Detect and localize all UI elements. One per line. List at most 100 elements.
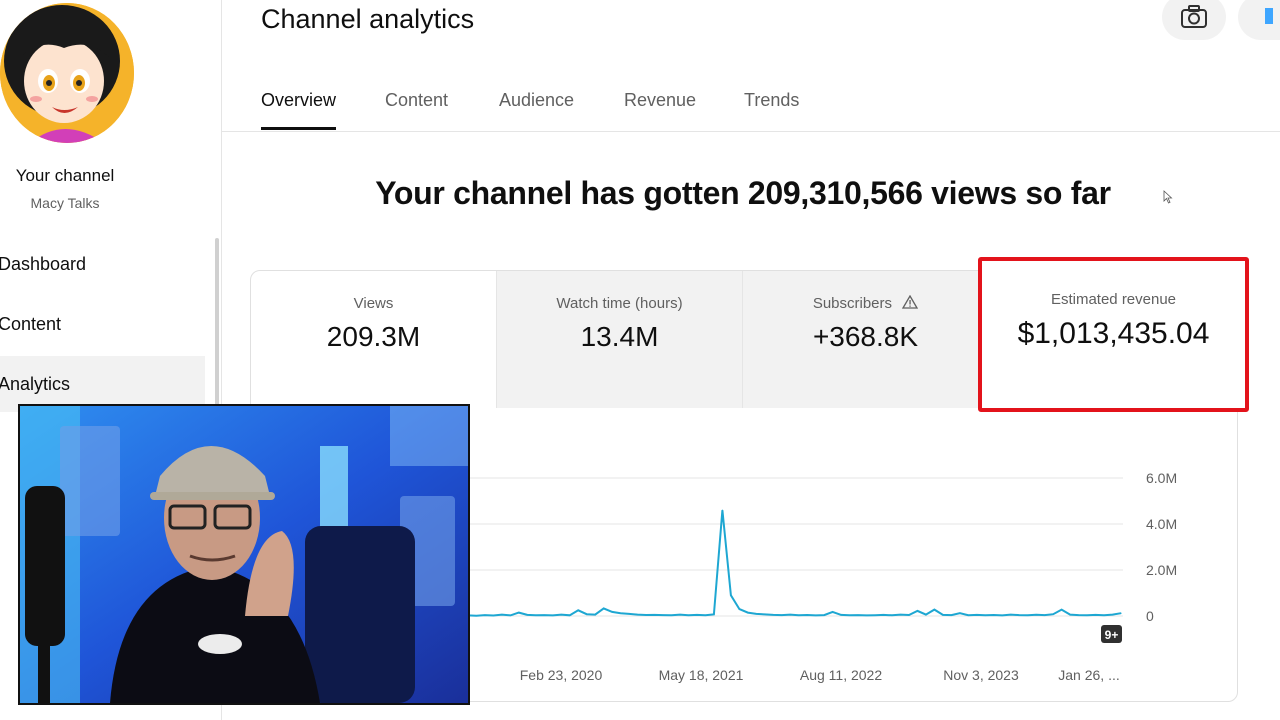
- data-point: [552, 614, 554, 616]
- data-point: [518, 612, 520, 614]
- data-point: [806, 614, 808, 616]
- data-point: [815, 614, 817, 616]
- data-point: [696, 614, 698, 616]
- channel-handle: Macy Talks: [30, 195, 100, 211]
- data-point: [1061, 609, 1063, 611]
- edit-icon: [1265, 8, 1273, 24]
- y-tick-label: 2.0M: [1146, 562, 1177, 578]
- data-point: [942, 614, 944, 616]
- edit-button[interactable]: [1238, 0, 1280, 40]
- data-point: [925, 614, 927, 616]
- views-series-line: [450, 510, 1122, 617]
- data-point: [721, 509, 723, 511]
- data-point: [526, 614, 528, 616]
- data-point: [501, 614, 503, 616]
- channel-avatar[interactable]: [0, 3, 134, 143]
- data-point: [1111, 614, 1114, 616]
- mouse-cursor-icon: [1163, 190, 1173, 204]
- data-point: [976, 614, 978, 616]
- data-point: [484, 614, 486, 616]
- data-point: [882, 614, 885, 616]
- data-point: [993, 614, 995, 616]
- data-point: [637, 614, 639, 616]
- data-point: [874, 614, 876, 616]
- data-point: [984, 614, 986, 616]
- data-point: [1010, 614, 1012, 616]
- x-tick-label: Aug 11, 2022: [800, 667, 882, 683]
- data-point: [755, 613, 757, 615]
- data-point: [475, 615, 477, 617]
- y-tick-label: 4.0M: [1146, 516, 1177, 532]
- data-point: [789, 614, 791, 616]
- data-point: [950, 614, 953, 616]
- data-point: [908, 614, 910, 616]
- page-title: Channel analytics: [261, 4, 475, 34]
- x-tick-label: Feb 23, 2020: [520, 667, 603, 683]
- data-point: [730, 594, 732, 596]
- data-point: [832, 611, 834, 613]
- data-point: [679, 614, 681, 616]
- tab-overview[interactable]: Overview: [261, 90, 336, 111]
- x-tick-label: May 18, 2021: [659, 667, 744, 683]
- sidebar-item-label: Dashboard: [0, 254, 87, 274]
- tab-content[interactable]: Content: [385, 90, 448, 111]
- camera-button[interactable]: [1162, 0, 1226, 40]
- data-point: [492, 614, 494, 617]
- data-point: [611, 611, 613, 613]
- data-point: [967, 614, 969, 616]
- avatar-illustration: [0, 3, 134, 143]
- data-point: [1086, 614, 1088, 616]
- sidebar-item-dashboard[interactable]: Dashboard: [0, 236, 205, 292]
- data-point: [899, 614, 902, 616]
- tab-audience[interactable]: Audience: [499, 90, 574, 111]
- data-point: [713, 613, 715, 615]
- data-point: [781, 614, 783, 616]
- data-point: [1027, 614, 1029, 616]
- metric-estimated-revenue[interactable]: Estimated revenue $1,013,435.04: [978, 257, 1249, 412]
- data-point: [959, 612, 961, 614]
- data-point: [857, 614, 859, 616]
- data-point: [866, 614, 868, 616]
- sidebar-item-content[interactable]: Content: [0, 296, 205, 352]
- channel-label: Your channel: [15, 166, 115, 185]
- metric-label: Estimated revenue: [1050, 291, 1177, 308]
- x-tick-label: Jan 26, ...: [1058, 667, 1119, 683]
- data-point: [1069, 614, 1071, 616]
- data-point: [933, 609, 936, 611]
- data-point: [603, 607, 605, 609]
- sidebar-item-label: Analytics: [0, 374, 71, 394]
- data-point: [577, 609, 579, 611]
- active-tab-indicator: [261, 127, 336, 130]
- tab-trends[interactable]: Trends: [744, 90, 799, 111]
- views-headline: Your channel has gotten 209,310,566 view…: [375, 175, 1111, 211]
- data-point: [849, 614, 851, 616]
- tab-revenue[interactable]: Revenue: [624, 90, 696, 111]
- data-point: [840, 614, 842, 616]
- data-point: [772, 614, 774, 616]
- webcam-overlay: [18, 404, 470, 705]
- x-tick-label: Nov 3, 2023: [943, 667, 1019, 683]
- data-point: [1001, 614, 1003, 616]
- data-point: [569, 614, 571, 616]
- data-point: [594, 614, 596, 616]
- data-point: [535, 614, 537, 616]
- data-point: [586, 613, 588, 615]
- data-point: [543, 614, 545, 616]
- data-point: [1103, 614, 1105, 616]
- data-point: [1044, 614, 1046, 616]
- data-point: [1095, 614, 1097, 616]
- analytics-tabs: Overview Content Audience Revenue Trends: [222, 70, 1280, 132]
- data-point: [628, 613, 630, 615]
- data-point: [704, 614, 706, 616]
- data-point: [509, 614, 511, 616]
- data-point: [738, 608, 740, 610]
- data-point: [662, 614, 664, 616]
- data-point: [891, 614, 893, 616]
- data-point: [823, 614, 825, 616]
- data-point: [764, 613, 766, 615]
- data-point: [1035, 614, 1037, 616]
- data-point: [916, 610, 919, 612]
- data-point: [687, 614, 690, 616]
- y-tick-label: 0: [1146, 608, 1154, 624]
- data-point: [670, 614, 673, 616]
